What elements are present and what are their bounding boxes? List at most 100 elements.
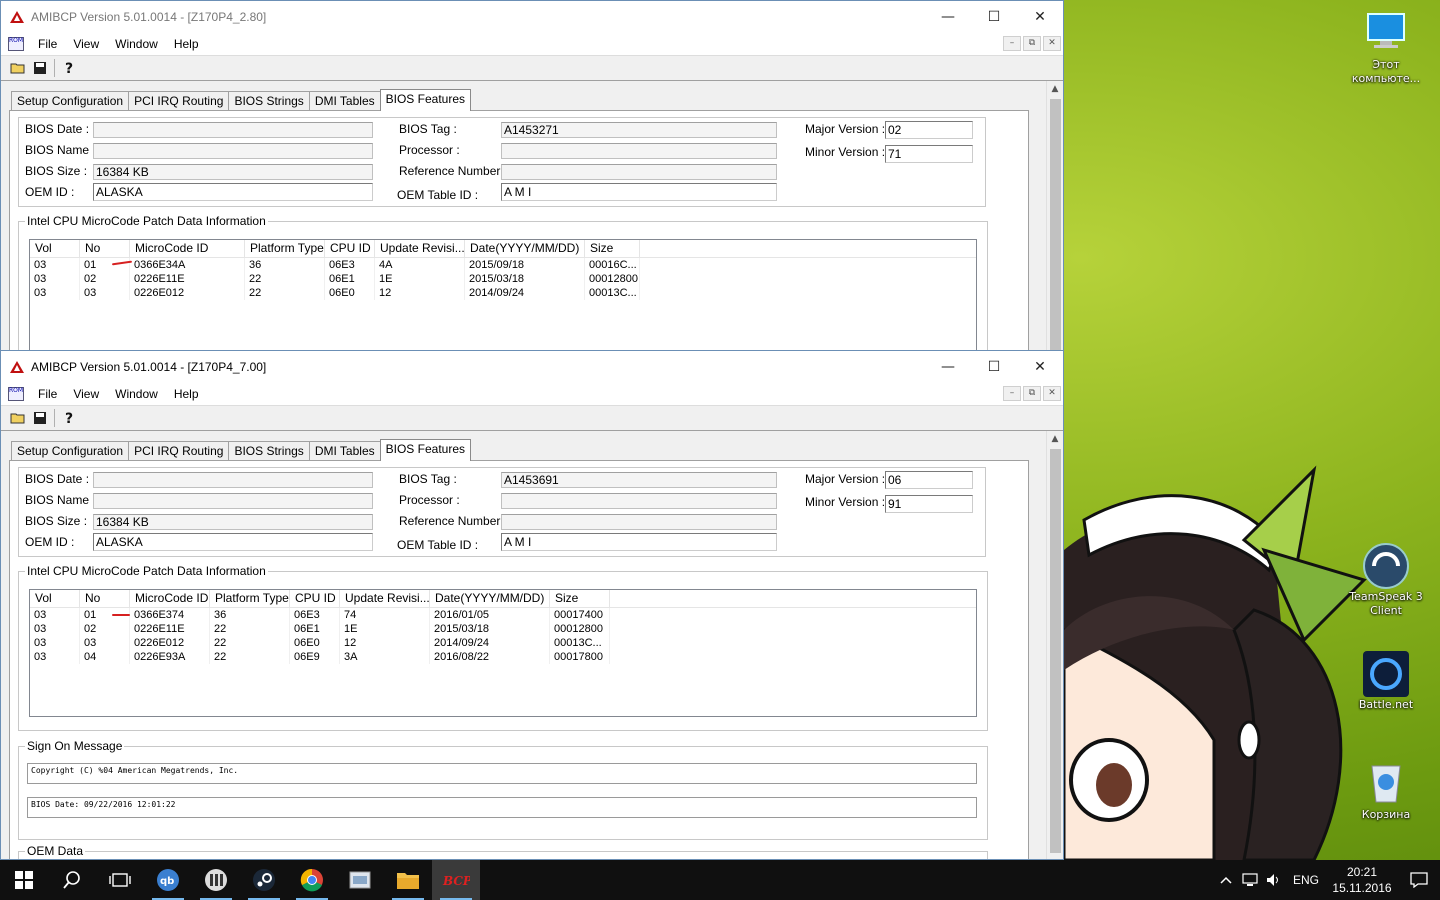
oem-table-id-field[interactable]: A M I (501, 533, 777, 551)
sign-on-line1[interactable]: Copyright (C) %04 American Megatrends, I… (27, 763, 977, 784)
tab-pci-irq-routing[interactable]: PCI IRQ Routing (128, 91, 230, 111)
taskbar-file-explorer[interactable] (384, 860, 432, 900)
minor-version-field[interactable]: 91 (885, 495, 973, 513)
mdi-restore-button[interactable]: ⧉ (1023, 386, 1041, 401)
mdi-minimize-button[interactable]: – (1003, 386, 1021, 401)
major-version-field[interactable]: 02 (885, 121, 973, 139)
recycle-bin-icon[interactable]: Корзина (1346, 760, 1426, 822)
major-version-field[interactable]: 06 (885, 471, 973, 489)
col-date[interactable]: Date(YYYY/MM/DD) (430, 590, 550, 607)
menu-file[interactable]: File (30, 387, 65, 401)
this-pc-icon[interactable]: Этот компьюте... (1346, 10, 1426, 86)
task-view-button[interactable] (96, 860, 144, 900)
table-row[interactable]: 03 02 0226E11E 22 06E1 1E 2015/03/18 000… (30, 622, 976, 636)
col-size[interactable]: Size (550, 590, 610, 607)
mdi-restore-button[interactable]: ⧉ (1023, 36, 1041, 51)
vertical-scrollbar[interactable]: ▲ (1046, 81, 1063, 351)
col-vol[interactable]: Vol (30, 590, 80, 607)
table-row[interactable]: 03 01 0366E374 36 06E3 74 2016/01/05 000… (30, 608, 976, 622)
taskbar-qbittorrent[interactable]: qb (144, 860, 192, 900)
taskbar-amibcp[interactable]: BCP (432, 860, 480, 900)
tab-bios-strings[interactable]: BIOS Strings (228, 441, 310, 461)
minor-version-field[interactable]: 71 (885, 145, 973, 163)
close-button[interactable]: ✕ (1017, 1, 1063, 33)
action-center-button[interactable] (1398, 860, 1440, 900)
open-button[interactable] (7, 58, 29, 78)
oem-id-field[interactable]: ALASKA (93, 533, 373, 551)
col-no[interactable]: No (80, 240, 130, 257)
table-row[interactable]: 03 04 0226E93A 22 06E9 3A 2016/08/22 000… (30, 650, 976, 664)
tab-bios-features[interactable]: BIOS Features (379, 439, 471, 461)
col-vol[interactable]: Vol (30, 240, 80, 257)
teamspeak-icon[interactable]: TeamSpeak 3 Client (1346, 542, 1426, 618)
vertical-scrollbar[interactable]: ▲ (1046, 431, 1063, 859)
mdi-document-icon[interactable]: ROM (8, 37, 24, 51)
scroll-up-icon[interactable]: ▲ (1047, 81, 1063, 98)
mdi-close-button[interactable]: ✕ (1043, 36, 1061, 51)
col-update-revision[interactable]: Update Revisi... (340, 590, 430, 607)
save-button[interactable] (29, 408, 51, 428)
col-microcode-id[interactable]: MicroCode ID (130, 590, 210, 607)
taskbar-amibcp-mdi[interactable] (336, 860, 384, 900)
maximize-button[interactable]: ☐ (971, 1, 1017, 33)
title-bar[interactable]: AMIBCP Version 5.01.0014 - [Z170P4_7.00]… (1, 351, 1063, 383)
mdi-close-button[interactable]: ✕ (1043, 386, 1061, 401)
tray-network[interactable] (1238, 860, 1262, 900)
col-platform-type[interactable]: Platform Type (245, 240, 325, 257)
microcode-list[interactable]: Vol No MicroCode ID Platform Type CPU ID… (29, 239, 977, 351)
tab-setup-configuration[interactable]: Setup Configuration (11, 91, 130, 111)
close-button[interactable]: ✕ (1017, 351, 1063, 383)
menu-view[interactable]: View (65, 37, 107, 51)
maximize-button[interactable]: ☐ (971, 351, 1017, 383)
menu-window[interactable]: Window (107, 387, 166, 401)
search-button[interactable] (48, 860, 96, 900)
amibcp-window-front[interactable]: AMIBCP Version 5.01.0014 - [Z170P4_7.00]… (0, 350, 1064, 860)
col-cpu-id[interactable]: CPU ID (325, 240, 375, 257)
menu-help[interactable]: Help (166, 37, 207, 51)
col-date[interactable]: Date(YYYY/MM/DD) (465, 240, 585, 257)
table-row[interactable]: 03 03 0226E012 22 06E0 12 2014/09/24 000… (30, 286, 976, 300)
sign-on-line2[interactable]: BIOS Date: 09/22/2016 12:01:22 (27, 797, 977, 818)
table-row[interactable]: 03 02 0226E11E 22 06E1 1E 2015/03/18 000… (30, 272, 976, 286)
tab-setup-configuration[interactable]: Setup Configuration (11, 441, 130, 461)
menu-window[interactable]: Window (107, 37, 166, 51)
amibcp-window-back[interactable]: AMIBCP Version 5.01.0014 - [Z170P4_2.80]… (0, 0, 1064, 352)
taskbar-chrome[interactable] (288, 860, 336, 900)
help-button[interactable]: ? (58, 408, 80, 428)
save-button[interactable] (29, 58, 51, 78)
clock[interactable]: 20:21 15.11.2016 (1326, 864, 1398, 896)
menu-view[interactable]: View (65, 387, 107, 401)
tab-bios-strings[interactable]: BIOS Strings (228, 91, 310, 111)
taskbar-mixer[interactable] (192, 860, 240, 900)
title-bar[interactable]: AMIBCP Version 5.01.0014 - [Z170P4_2.80]… (1, 1, 1063, 33)
scroll-up-icon[interactable]: ▲ (1047, 431, 1063, 448)
table-row[interactable]: 03 01 0366E34A 36 06E3 4A 2015/09/18 000… (30, 258, 976, 272)
table-row[interactable]: 03 03 0226E012 22 06E0 12 2014/09/24 000… (30, 636, 976, 650)
tray-volume[interactable] (1262, 860, 1286, 900)
microcode-list[interactable]: Vol No MicroCode ID Platform Type CPU ID… (29, 589, 977, 717)
col-size[interactable]: Size (585, 240, 640, 257)
language-indicator[interactable]: ENG (1286, 860, 1326, 900)
tab-bios-features[interactable]: BIOS Features (379, 89, 471, 111)
mdi-minimize-button[interactable]: – (1003, 36, 1021, 51)
menu-help[interactable]: Help (166, 387, 207, 401)
minimize-button[interactable]: — (925, 351, 971, 383)
mdi-document-icon[interactable]: ROM (8, 387, 24, 401)
tray-overflow-button[interactable] (1214, 860, 1238, 900)
oem-id-field[interactable]: ALASKA (93, 183, 373, 201)
help-button[interactable]: ? (58, 58, 80, 78)
tab-pci-irq-routing[interactable]: PCI IRQ Routing (128, 441, 230, 461)
minimize-button[interactable]: — (925, 1, 971, 33)
taskbar-steam[interactable] (240, 860, 288, 900)
battlenet-icon[interactable]: Battle.net (1346, 650, 1426, 712)
oem-table-id-field[interactable]: A M I (501, 183, 777, 201)
open-button[interactable] (7, 408, 29, 428)
col-cpu-id[interactable]: CPU ID (290, 590, 340, 607)
scroll-thumb[interactable] (1050, 449, 1061, 853)
col-no[interactable]: No (80, 590, 130, 607)
tab-dmi-tables[interactable]: DMI Tables (308, 91, 381, 111)
col-update-revision[interactable]: Update Revisi... (375, 240, 465, 257)
col-platform-type[interactable]: Platform Type (210, 590, 290, 607)
start-button[interactable] (0, 860, 48, 900)
tab-dmi-tables[interactable]: DMI Tables (308, 441, 381, 461)
